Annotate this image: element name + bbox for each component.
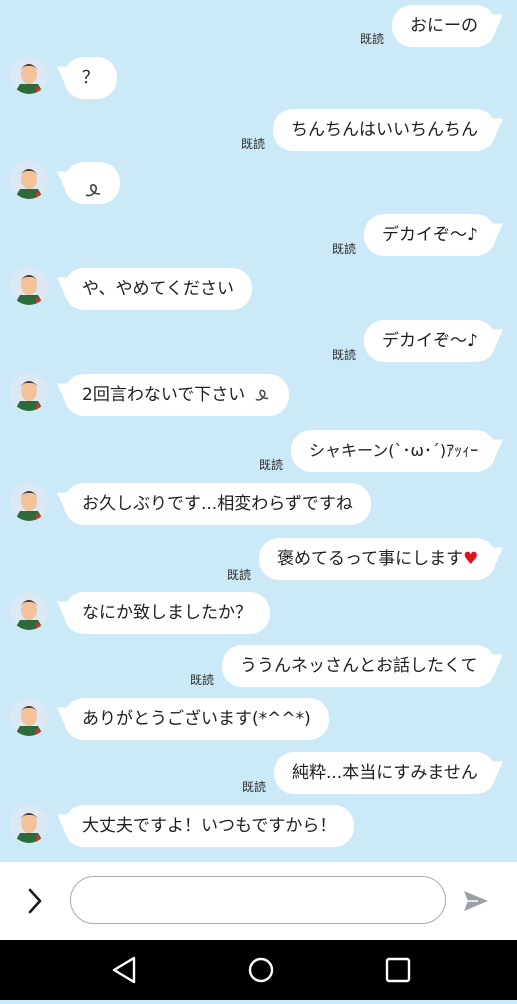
message-bubble-sent[interactable]: ううんネッさんとお話したくて xyxy=(222,645,496,687)
avatar[interactable] xyxy=(10,483,48,521)
avatar[interactable] xyxy=(10,373,48,411)
message-bubble-sent[interactable]: おにーの xyxy=(392,5,496,47)
message-bubble-received[interactable]: なにか致しましたか？ xyxy=(64,592,270,634)
message-input[interactable] xyxy=(70,876,446,924)
message-bubble-received[interactable] xyxy=(64,162,120,204)
send-icon[interactable] xyxy=(462,888,490,918)
avatar[interactable] xyxy=(10,161,48,199)
read-receipt: 既読 xyxy=(332,242,357,256)
back-triangle-icon[interactable] xyxy=(94,940,154,1000)
read-receipt: 既読 xyxy=(190,673,215,687)
read-receipt: 既読 xyxy=(332,348,357,362)
message-bubble-received[interactable]: 大丈夫ですよ！いつもですから！ xyxy=(64,805,355,847)
squiggle-icon xyxy=(83,173,103,215)
squiggle-icon xyxy=(253,377,271,419)
message-bubble-sent[interactable]: シャキーン(`･ω･´)ｱｯｨｰ xyxy=(291,430,497,472)
avatar[interactable] xyxy=(10,56,48,94)
message-bubble-sent[interactable]: 褒めてるって事にします♥ xyxy=(259,538,497,580)
message-bubble-received[interactable]: や、やめてください xyxy=(64,268,252,310)
heart-icon: ♥ xyxy=(463,549,479,569)
read-receipt: 既読 xyxy=(241,137,266,151)
message-bubble-sent[interactable]: ちんちんはいいちんちん xyxy=(273,109,496,151)
message-input-bar xyxy=(0,862,517,940)
avatar[interactable] xyxy=(10,698,48,736)
message-bubble-received[interactable]: ？ xyxy=(64,57,117,99)
message-bubble-sent[interactable]: デカイぞ〜♪ xyxy=(364,320,496,362)
message-text: 2回言わないで下さい xyxy=(82,385,246,405)
chat-area[interactable]: 既読 おにーの ？ 既読 ちんちんはいいちんちん 既読 デカイぞ〜♪ や、やめて… xyxy=(0,0,517,862)
message-text: 褒めてるって事にします xyxy=(277,549,464,569)
message-bubble-received[interactable]: 2回言わないで下さい xyxy=(64,374,289,416)
chevron-right-icon[interactable] xyxy=(26,888,44,918)
read-receipt: 既読 xyxy=(360,32,385,46)
message-bubble-received[interactable]: お久しぶりです...相変わらずですね xyxy=(64,483,371,525)
system-nav-bar xyxy=(0,940,517,1000)
avatar[interactable] xyxy=(10,592,48,630)
recents-square-icon[interactable] xyxy=(368,940,428,1000)
home-circle-icon[interactable] xyxy=(231,940,291,1000)
read-receipt: 既読 xyxy=(242,780,267,794)
message-bubble-received[interactable]: ありがとうございます(*^^*) xyxy=(64,698,329,740)
message-bubble-sent[interactable]: デカイぞ〜♪ xyxy=(364,214,496,256)
read-receipt: 既読 xyxy=(259,458,284,472)
message-bubble-sent[interactable]: 純粋...本当にすみません xyxy=(274,752,496,794)
avatar[interactable] xyxy=(10,267,48,305)
read-receipt: 既読 xyxy=(227,568,252,582)
avatar[interactable] xyxy=(10,805,48,843)
